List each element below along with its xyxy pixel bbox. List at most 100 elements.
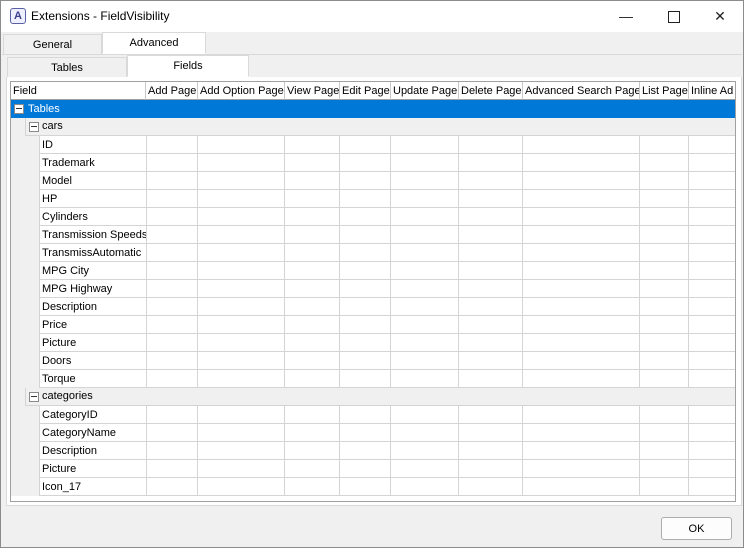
field-row[interactable]: Picture bbox=[11, 334, 735, 352]
visibility-cell[interactable] bbox=[285, 424, 340, 442]
visibility-cell[interactable] bbox=[285, 244, 340, 262]
visibility-cell[interactable] bbox=[459, 226, 523, 244]
visibility-cell[interactable] bbox=[459, 298, 523, 316]
visibility-cell[interactable] bbox=[523, 334, 640, 352]
tab-fields[interactable]: Fields bbox=[127, 55, 249, 77]
tab-advanced[interactable]: Advanced bbox=[102, 32, 206, 54]
visibility-cell[interactable] bbox=[640, 316, 689, 334]
visibility-cell[interactable] bbox=[340, 478, 391, 496]
visibility-cell[interactable] bbox=[640, 190, 689, 208]
visibility-cell[interactable] bbox=[285, 370, 340, 388]
visibility-cell[interactable] bbox=[198, 478, 285, 496]
visibility-cell[interactable] bbox=[285, 172, 340, 190]
field-row[interactable]: Description bbox=[11, 298, 735, 316]
visibility-cell[interactable] bbox=[459, 406, 523, 424]
visibility-cell[interactable] bbox=[198, 352, 285, 370]
field-row[interactable]: Cylinders bbox=[11, 208, 735, 226]
visibility-cell[interactable] bbox=[523, 478, 640, 496]
visibility-cell[interactable] bbox=[523, 316, 640, 334]
visibility-cell[interactable] bbox=[285, 280, 340, 298]
column-header[interactable]: Advanced Search Page bbox=[523, 82, 640, 100]
field-row[interactable]: Description bbox=[11, 442, 735, 460]
visibility-cell[interactable] bbox=[459, 136, 523, 154]
visibility-cell[interactable] bbox=[340, 190, 391, 208]
visibility-cell[interactable] bbox=[340, 424, 391, 442]
visibility-cell[interactable] bbox=[689, 208, 735, 226]
visibility-cell[interactable] bbox=[198, 172, 285, 190]
visibility-cell[interactable] bbox=[146, 442, 198, 460]
visibility-cell[interactable] bbox=[198, 208, 285, 226]
visibility-cell[interactable] bbox=[198, 190, 285, 208]
visibility-cell[interactable] bbox=[198, 244, 285, 262]
visibility-cell[interactable] bbox=[640, 334, 689, 352]
visibility-cell[interactable] bbox=[689, 352, 735, 370]
visibility-cell[interactable] bbox=[285, 190, 340, 208]
visibility-cell[interactable] bbox=[689, 172, 735, 190]
visibility-cell[interactable] bbox=[689, 298, 735, 316]
visibility-cell[interactable] bbox=[340, 334, 391, 352]
visibility-cell[interactable] bbox=[198, 370, 285, 388]
visibility-cell[interactable] bbox=[689, 226, 735, 244]
visibility-cell[interactable] bbox=[391, 478, 459, 496]
visibility-cell[interactable] bbox=[640, 424, 689, 442]
visibility-cell[interactable] bbox=[340, 316, 391, 334]
visibility-cell[interactable] bbox=[689, 190, 735, 208]
visibility-cell[interactable] bbox=[640, 226, 689, 244]
field-row[interactable]: CategoryID bbox=[11, 406, 735, 424]
visibility-cell[interactable] bbox=[689, 262, 735, 280]
visibility-cell[interactable] bbox=[285, 334, 340, 352]
visibility-cell[interactable] bbox=[146, 190, 198, 208]
table-group-row[interactable]: cars bbox=[11, 118, 735, 136]
visibility-cell[interactable] bbox=[198, 136, 285, 154]
tab-tables[interactable]: Tables bbox=[7, 57, 127, 77]
field-row[interactable]: MPG City bbox=[11, 262, 735, 280]
visibility-cell[interactable] bbox=[146, 208, 198, 226]
visibility-cell[interactable] bbox=[340, 154, 391, 172]
visibility-cell[interactable] bbox=[689, 478, 735, 496]
visibility-cell[interactable] bbox=[689, 244, 735, 262]
visibility-cell[interactable] bbox=[689, 460, 735, 478]
visibility-cell[interactable] bbox=[459, 352, 523, 370]
visibility-cell[interactable] bbox=[391, 334, 459, 352]
column-header[interactable]: Update Page bbox=[391, 82, 459, 100]
visibility-cell[interactable] bbox=[640, 370, 689, 388]
visibility-cell[interactable] bbox=[523, 262, 640, 280]
visibility-cell[interactable] bbox=[640, 442, 689, 460]
visibility-cell[interactable] bbox=[391, 316, 459, 334]
visibility-cell[interactable] bbox=[146, 478, 198, 496]
visibility-cell[interactable] bbox=[285, 478, 340, 496]
visibility-cell[interactable] bbox=[340, 172, 391, 190]
field-row[interactable]: Trademark bbox=[11, 154, 735, 172]
visibility-cell[interactable] bbox=[689, 316, 735, 334]
visibility-cell[interactable] bbox=[340, 280, 391, 298]
field-row[interactable]: HP bbox=[11, 190, 735, 208]
visibility-cell[interactable] bbox=[523, 298, 640, 316]
column-header[interactable]: Add Page bbox=[146, 82, 198, 100]
visibility-cell[interactable] bbox=[198, 334, 285, 352]
visibility-cell[interactable] bbox=[285, 316, 340, 334]
visibility-cell[interactable] bbox=[198, 154, 285, 172]
visibility-cell[interactable] bbox=[146, 136, 198, 154]
visibility-cell[interactable] bbox=[459, 190, 523, 208]
visibility-cell[interactable] bbox=[689, 154, 735, 172]
visibility-cell[interactable] bbox=[198, 280, 285, 298]
visibility-cell[interactable] bbox=[459, 154, 523, 172]
field-row[interactable]: TransmissAutomatic bbox=[11, 244, 735, 262]
visibility-cell[interactable] bbox=[340, 352, 391, 370]
field-row[interactable]: Torque bbox=[11, 370, 735, 388]
visibility-cell[interactable] bbox=[523, 244, 640, 262]
visibility-cell[interactable] bbox=[340, 136, 391, 154]
visibility-cell[interactable] bbox=[640, 154, 689, 172]
column-header[interactable]: Add Option Page bbox=[198, 82, 285, 100]
visibility-cell[interactable] bbox=[146, 334, 198, 352]
visibility-cell[interactable] bbox=[459, 478, 523, 496]
visibility-cell[interactable] bbox=[523, 460, 640, 478]
visibility-cell[interactable] bbox=[391, 298, 459, 316]
visibility-cell[interactable] bbox=[198, 406, 285, 424]
visibility-cell[interactable] bbox=[640, 172, 689, 190]
column-header[interactable]: Inline Ad bbox=[689, 82, 735, 100]
visibility-cell[interactable] bbox=[523, 136, 640, 154]
field-row[interactable]: Doors bbox=[11, 352, 735, 370]
visibility-cell[interactable] bbox=[689, 406, 735, 424]
visibility-cell[interactable] bbox=[198, 442, 285, 460]
